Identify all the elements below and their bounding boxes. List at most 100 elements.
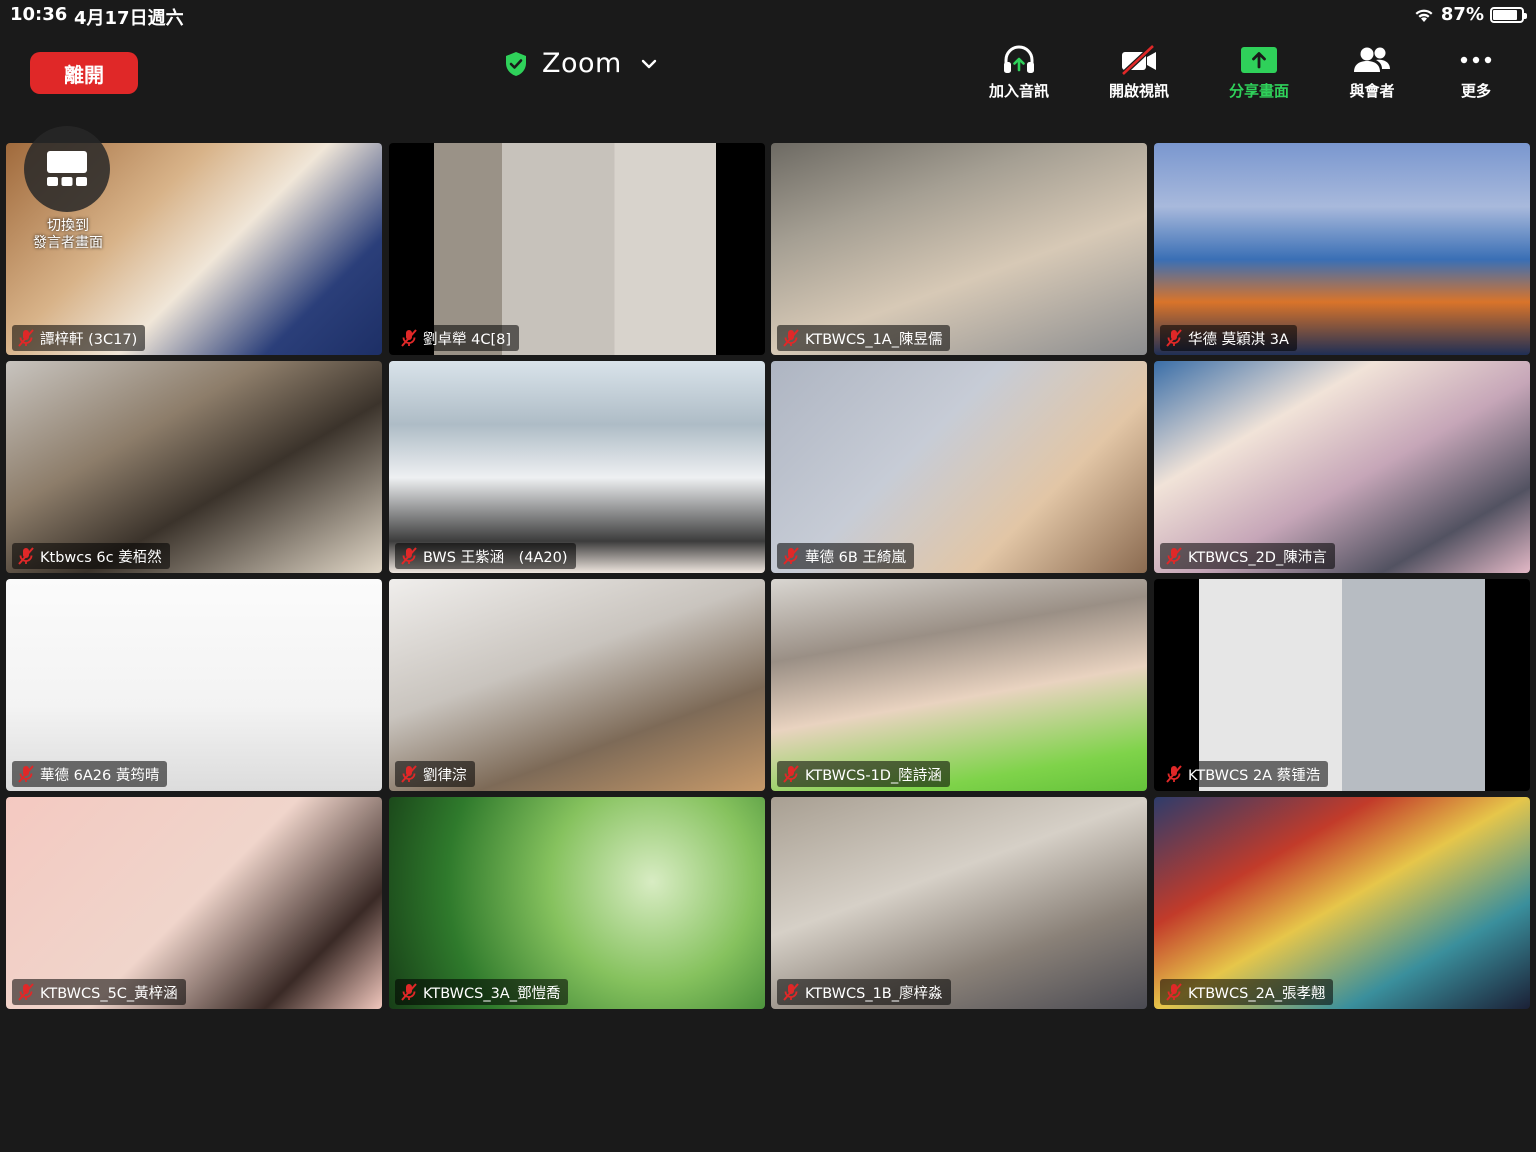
participant-name-tag: KTBWCS_3A_鄧愷喬 [395, 979, 569, 1005]
participant-name: KTBWCS_2D_陳沛言 [1188, 549, 1327, 566]
participants-icon [1354, 47, 1390, 72]
participants-label: 與會者 [1349, 82, 1395, 100]
participant-video [389, 143, 765, 355]
microphone-muted-icon [18, 329, 34, 347]
participant-video [771, 361, 1147, 573]
leave-button[interactable]: 離開 [30, 52, 138, 94]
participant-video-tile[interactable]: 華德 6B 王綺嵐 [771, 361, 1147, 573]
participant-name-tag: KTBWCS 2A 蔡锺浩 [1160, 761, 1329, 787]
more-label: 更多 [1460, 82, 1491, 100]
video-off-icon [1121, 44, 1156, 76]
participant-name: 華德 6A26 黃筠晴 [40, 767, 160, 784]
share-screen-label: 分享畫面 [1228, 82, 1289, 100]
participant-name: 华德 莫穎淇 3A [1188, 331, 1289, 348]
participant-video-tile[interactable]: KTBWCS_5C_黃梓涵 [6, 797, 382, 1009]
participant-name-tag: KTBWCS_2A_張孝翹 [1160, 979, 1334, 1005]
participant-name: 譚梓軒 (3C17) [40, 331, 138, 348]
participant-name: KTBWCS-1D_陸詩涵 [805, 767, 942, 784]
participant-name: 劉卓犖 4C[8] [423, 331, 511, 348]
participant-name: 劉律淙 [423, 767, 467, 784]
participants-button[interactable]: 與會者 [1322, 44, 1422, 104]
participant-video [6, 797, 382, 1009]
participant-video [771, 143, 1147, 355]
switch-view-label: 切換到 發言者畫面 [33, 218, 103, 251]
participant-video-tile[interactable]: KTBWCS 2A 蔡锺浩 [1154, 579, 1530, 791]
participant-name: 華德 6B 王綺嵐 [805, 549, 906, 566]
participant-name-tag: 劉卓犖 4C[8] [395, 325, 519, 351]
status-bar: 10:36 4月17日週六 87% [0, 0, 1536, 30]
speaker-view-icon [47, 151, 87, 186]
participant-video-tile[interactable]: 劉律淙 [389, 579, 765, 791]
participant-name-tag: 譚梓軒 (3C17) [12, 325, 146, 351]
share-screen-icon [1241, 47, 1277, 73]
microphone-muted-icon [1166, 983, 1182, 1001]
share-screen-button[interactable]: 分享畫面 [1209, 44, 1309, 104]
participant-video [1154, 579, 1530, 791]
participant-video [6, 579, 382, 791]
participant-name: KTBWCS_1A_陳昱儒 [805, 331, 943, 348]
gallery-grid: 譚梓軒 (3C17) 劉卓犖 4C[8] KTBWCS_1A_陳昱儒 华德 莫穎淇 3… [6, 143, 1530, 1009]
participant-name-tag: KTBWCS_1B_廖梓淼 [777, 979, 951, 1005]
microphone-muted-icon [1166, 765, 1182, 783]
participant-video [1154, 797, 1530, 1009]
more-icon [1460, 56, 1492, 64]
microphone-muted-icon [1166, 329, 1182, 347]
battery-percent: 87% [1440, 4, 1484, 25]
participant-video [1154, 361, 1530, 573]
switch-to-speaker-view-button[interactable]: 切換到 發言者畫面 [24, 126, 112, 266]
status-right: 87% [1413, 4, 1527, 25]
participant-name-tag: 华德 莫穎淇 3A [1160, 325, 1297, 351]
microphone-muted-icon [18, 983, 34, 1001]
participant-video-tile[interactable]: 华德 莫穎淇 3A [1154, 143, 1530, 355]
more-button[interactable]: 更多 [1426, 44, 1526, 104]
participant-video-tile[interactable]: 華德 6A26 黃筠晴 [6, 579, 382, 791]
participant-video-tile[interactable]: BWS 王紫涵 (4A20) [389, 361, 765, 573]
meeting-title-dropdown[interactable]: Zoom [504, 48, 658, 79]
meeting-toolbar: 離開 Zoom 加入音訊 開啟視訊 分享畫面 與會者 更多 [0, 30, 1536, 112]
participant-name: KTBWCS_3A_鄧愷喬 [423, 985, 561, 1002]
join-audio-button[interactable]: 加入音訊 [969, 44, 1069, 104]
participant-name-tag: 劉律淙 [395, 761, 475, 787]
participant-name-tag: Ktbwcs 6c 姜栢然 [12, 543, 170, 569]
status-date: 4月17日週六 [74, 8, 184, 29]
microphone-muted-icon [401, 547, 417, 565]
participant-video-tile[interactable]: KTBWCS_1A_陳昱儒 [771, 143, 1147, 355]
microphone-muted-icon [1166, 547, 1182, 565]
participant-name-tag: 華德 6A26 黃筠晴 [12, 761, 168, 787]
participant-video [6, 361, 382, 573]
participant-video-tile[interactable]: KTBWCS-1D_陸詩涵 [771, 579, 1147, 791]
battery-fill [1493, 9, 1518, 20]
microphone-muted-icon [18, 765, 34, 783]
participant-video [771, 579, 1147, 791]
microphone-muted-icon [783, 983, 799, 1001]
participant-video-tile[interactable]: KTBWCS_2D_陳沛言 [1154, 361, 1530, 573]
start-video-button[interactable]: 開啟視訊 [1089, 44, 1189, 104]
start-video-label: 開啟視訊 [1108, 82, 1169, 100]
microphone-muted-icon [401, 329, 417, 347]
microphone-muted-icon [18, 547, 34, 565]
participant-name-tag: KTBWCS_5C_黃梓涵 [12, 979, 186, 1005]
participant-name-tag: BWS 王紫涵 (4A20) [395, 543, 576, 569]
shield-check-icon [506, 51, 526, 76]
participant-video-tile[interactable]: KTBWCS_1B_廖梓淼 [771, 797, 1147, 1009]
participant-video [389, 361, 765, 573]
participant-name: KTBWCS_1B_廖梓淼 [805, 985, 943, 1002]
meeting-title: Zoom [542, 48, 622, 79]
participant-name: BWS 王紫涵 (4A20) [423, 549, 568, 566]
participant-video-tile[interactable]: Ktbwcs 6c 姜栢然 [6, 361, 382, 573]
participant-video [389, 579, 765, 791]
participant-video [389, 797, 765, 1009]
wifi-icon [1415, 9, 1433, 22]
participant-video-tile[interactable]: KTBWCS_2A_張孝翹 [1154, 797, 1530, 1009]
battery-icon [1490, 6, 1527, 23]
participant-video-tile[interactable]: 劉卓犖 4C[8] [389, 143, 765, 355]
participant-video-tile[interactable]: KTBWCS_3A_鄧愷喬 [389, 797, 765, 1009]
participant-name: KTBWCS_5C_黃梓涵 [40, 985, 178, 1002]
microphone-muted-icon [783, 765, 799, 783]
microphone-muted-icon [401, 983, 417, 1001]
chevron-down-icon [641, 59, 657, 68]
microphone-muted-icon [783, 329, 799, 347]
participant-name-tag: KTBWCS_1A_陳昱儒 [777, 325, 951, 351]
microphone-muted-icon [401, 765, 417, 783]
participant-name-tag: KTBWCS-1D_陸詩涵 [777, 761, 950, 787]
